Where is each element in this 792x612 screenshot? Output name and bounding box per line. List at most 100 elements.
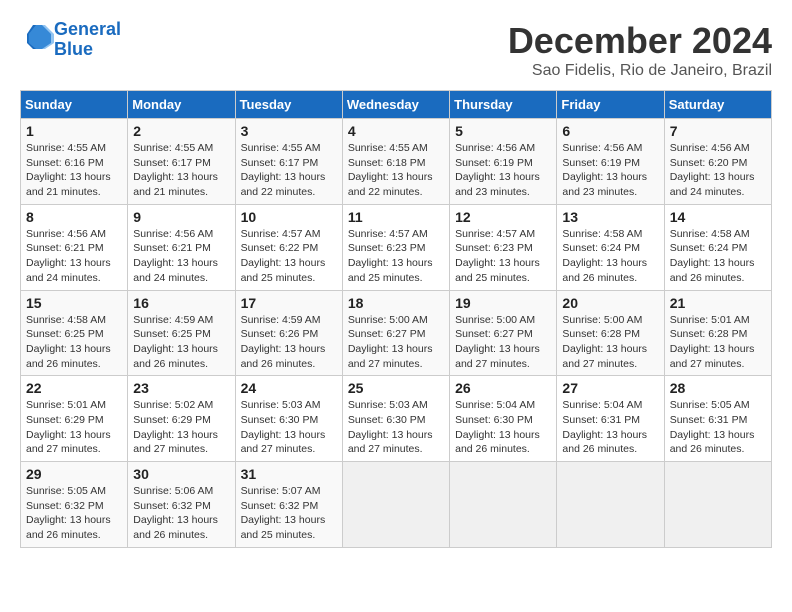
- day-number: 1: [26, 123, 122, 139]
- day-number: 25: [348, 380, 444, 396]
- day-number: 7: [670, 123, 766, 139]
- weekday-header-wednesday: Wednesday: [342, 91, 449, 119]
- day-info: Sunrise: 4:55 AM Sunset: 6:16 PM Dayligh…: [26, 141, 122, 200]
- day-info: Sunrise: 4:55 AM Sunset: 6:17 PM Dayligh…: [241, 141, 337, 200]
- day-number: 27: [562, 380, 658, 396]
- day-cell: 14 Sunrise: 4:58 AM Sunset: 6:24 PM Dayl…: [664, 204, 771, 290]
- day-info: Sunrise: 4:57 AM Sunset: 6:23 PM Dayligh…: [455, 227, 551, 286]
- logo-line1: General: [54, 19, 121, 39]
- day-info: Sunrise: 5:00 AM Sunset: 6:28 PM Dayligh…: [562, 313, 658, 372]
- day-info: Sunrise: 5:04 AM Sunset: 6:30 PM Dayligh…: [455, 398, 551, 457]
- day-cell: 2 Sunrise: 4:55 AM Sunset: 6:17 PM Dayli…: [128, 119, 235, 205]
- day-number: 26: [455, 380, 551, 396]
- day-cell: 5 Sunrise: 4:56 AM Sunset: 6:19 PM Dayli…: [450, 119, 557, 205]
- week-row-5: 29 Sunrise: 5:05 AM Sunset: 6:32 PM Dayl…: [21, 462, 772, 548]
- weekday-header-saturday: Saturday: [664, 91, 771, 119]
- day-info: Sunrise: 4:59 AM Sunset: 6:26 PM Dayligh…: [241, 313, 337, 372]
- day-cell: [450, 462, 557, 548]
- day-number: 20: [562, 295, 658, 311]
- day-cell: 26 Sunrise: 5:04 AM Sunset: 6:30 PM Dayl…: [450, 376, 557, 462]
- day-cell: 23 Sunrise: 5:02 AM Sunset: 6:29 PM Dayl…: [128, 376, 235, 462]
- day-number: 13: [562, 209, 658, 225]
- day-info: Sunrise: 5:06 AM Sunset: 6:32 PM Dayligh…: [133, 484, 229, 543]
- week-row-4: 22 Sunrise: 5:01 AM Sunset: 6:29 PM Dayl…: [21, 376, 772, 462]
- weekday-header-monday: Monday: [128, 91, 235, 119]
- day-cell: 30 Sunrise: 5:06 AM Sunset: 6:32 PM Dayl…: [128, 462, 235, 548]
- day-number: 12: [455, 209, 551, 225]
- weekday-header-thursday: Thursday: [450, 91, 557, 119]
- logo-line2: Blue: [54, 39, 93, 59]
- day-number: 19: [455, 295, 551, 311]
- day-number: 14: [670, 209, 766, 225]
- day-info: Sunrise: 4:58 AM Sunset: 6:24 PM Dayligh…: [562, 227, 658, 286]
- day-info: Sunrise: 4:59 AM Sunset: 6:25 PM Dayligh…: [133, 313, 229, 372]
- weekday-header-sunday: Sunday: [21, 91, 128, 119]
- day-number: 23: [133, 380, 229, 396]
- day-info: Sunrise: 5:05 AM Sunset: 6:32 PM Dayligh…: [26, 484, 122, 543]
- page-header: General Blue December 2024 Sao Fidelis, …: [20, 20, 772, 80]
- day-cell: 21 Sunrise: 5:01 AM Sunset: 6:28 PM Dayl…: [664, 290, 771, 376]
- day-cell: 27 Sunrise: 5:04 AM Sunset: 6:31 PM Dayl…: [557, 376, 664, 462]
- day-info: Sunrise: 4:57 AM Sunset: 6:23 PM Dayligh…: [348, 227, 444, 286]
- day-number: 18: [348, 295, 444, 311]
- title-area: December 2024 Sao Fidelis, Rio de Janeir…: [508, 20, 772, 80]
- day-number: 5: [455, 123, 551, 139]
- day-number: 3: [241, 123, 337, 139]
- day-cell: 15 Sunrise: 4:58 AM Sunset: 6:25 PM Dayl…: [21, 290, 128, 376]
- day-cell: 17 Sunrise: 4:59 AM Sunset: 6:26 PM Dayl…: [235, 290, 342, 376]
- day-cell: 12 Sunrise: 4:57 AM Sunset: 6:23 PM Dayl…: [450, 204, 557, 290]
- day-info: Sunrise: 4:57 AM Sunset: 6:22 PM Dayligh…: [241, 227, 337, 286]
- logo-icon: [24, 22, 54, 52]
- day-cell: [664, 462, 771, 548]
- day-cell: 9 Sunrise: 4:56 AM Sunset: 6:21 PM Dayli…: [128, 204, 235, 290]
- day-number: 8: [26, 209, 122, 225]
- day-number: 11: [348, 209, 444, 225]
- day-info: Sunrise: 5:00 AM Sunset: 6:27 PM Dayligh…: [455, 313, 551, 372]
- day-number: 22: [26, 380, 122, 396]
- day-cell: 20 Sunrise: 5:00 AM Sunset: 6:28 PM Dayl…: [557, 290, 664, 376]
- day-info: Sunrise: 4:56 AM Sunset: 6:21 PM Dayligh…: [26, 227, 122, 286]
- calendar-body: 1 Sunrise: 4:55 AM Sunset: 6:16 PM Dayli…: [21, 119, 772, 548]
- day-cell: 1 Sunrise: 4:55 AM Sunset: 6:16 PM Dayli…: [21, 119, 128, 205]
- day-cell: 18 Sunrise: 5:00 AM Sunset: 6:27 PM Dayl…: [342, 290, 449, 376]
- day-info: Sunrise: 5:00 AM Sunset: 6:27 PM Dayligh…: [348, 313, 444, 372]
- day-cell: 4 Sunrise: 4:55 AM Sunset: 6:18 PM Dayli…: [342, 119, 449, 205]
- day-cell: 13 Sunrise: 4:58 AM Sunset: 6:24 PM Dayl…: [557, 204, 664, 290]
- day-cell: [557, 462, 664, 548]
- weekday-header-friday: Friday: [557, 91, 664, 119]
- calendar-title: December 2024: [508, 20, 772, 62]
- day-number: 6: [562, 123, 658, 139]
- calendar-subtitle: Sao Fidelis, Rio de Janeiro, Brazil: [508, 62, 772, 80]
- week-row-1: 1 Sunrise: 4:55 AM Sunset: 6:16 PM Dayli…: [21, 119, 772, 205]
- day-info: Sunrise: 5:03 AM Sunset: 6:30 PM Dayligh…: [241, 398, 337, 457]
- day-info: Sunrise: 4:55 AM Sunset: 6:17 PM Dayligh…: [133, 141, 229, 200]
- day-cell: 28 Sunrise: 5:05 AM Sunset: 6:31 PM Dayl…: [664, 376, 771, 462]
- day-info: Sunrise: 4:56 AM Sunset: 6:19 PM Dayligh…: [455, 141, 551, 200]
- day-number: 9: [133, 209, 229, 225]
- day-info: Sunrise: 4:56 AM Sunset: 6:21 PM Dayligh…: [133, 227, 229, 286]
- day-info: Sunrise: 4:56 AM Sunset: 6:19 PM Dayligh…: [562, 141, 658, 200]
- day-cell: 24 Sunrise: 5:03 AM Sunset: 6:30 PM Dayl…: [235, 376, 342, 462]
- day-number: 2: [133, 123, 229, 139]
- day-cell: 29 Sunrise: 5:05 AM Sunset: 6:32 PM Dayl…: [21, 462, 128, 548]
- day-info: Sunrise: 4:58 AM Sunset: 6:25 PM Dayligh…: [26, 313, 122, 372]
- day-cell: 25 Sunrise: 5:03 AM Sunset: 6:30 PM Dayl…: [342, 376, 449, 462]
- day-number: 21: [670, 295, 766, 311]
- day-info: Sunrise: 4:55 AM Sunset: 6:18 PM Dayligh…: [348, 141, 444, 200]
- day-number: 17: [241, 295, 337, 311]
- day-cell: [342, 462, 449, 548]
- day-info: Sunrise: 4:58 AM Sunset: 6:24 PM Dayligh…: [670, 227, 766, 286]
- day-info: Sunrise: 5:02 AM Sunset: 6:29 PM Dayligh…: [133, 398, 229, 457]
- day-info: Sunrise: 5:03 AM Sunset: 6:30 PM Dayligh…: [348, 398, 444, 457]
- day-info: Sunrise: 5:05 AM Sunset: 6:31 PM Dayligh…: [670, 398, 766, 457]
- day-cell: 3 Sunrise: 4:55 AM Sunset: 6:17 PM Dayli…: [235, 119, 342, 205]
- day-number: 28: [670, 380, 766, 396]
- day-cell: 16 Sunrise: 4:59 AM Sunset: 6:25 PM Dayl…: [128, 290, 235, 376]
- week-row-2: 8 Sunrise: 4:56 AM Sunset: 6:21 PM Dayli…: [21, 204, 772, 290]
- weekday-header-tuesday: Tuesday: [235, 91, 342, 119]
- day-cell: 10 Sunrise: 4:57 AM Sunset: 6:22 PM Dayl…: [235, 204, 342, 290]
- day-info: Sunrise: 5:01 AM Sunset: 6:28 PM Dayligh…: [670, 313, 766, 372]
- day-number: 29: [26, 466, 122, 482]
- day-cell: 22 Sunrise: 5:01 AM Sunset: 6:29 PM Dayl…: [21, 376, 128, 462]
- logo: General Blue: [20, 20, 121, 60]
